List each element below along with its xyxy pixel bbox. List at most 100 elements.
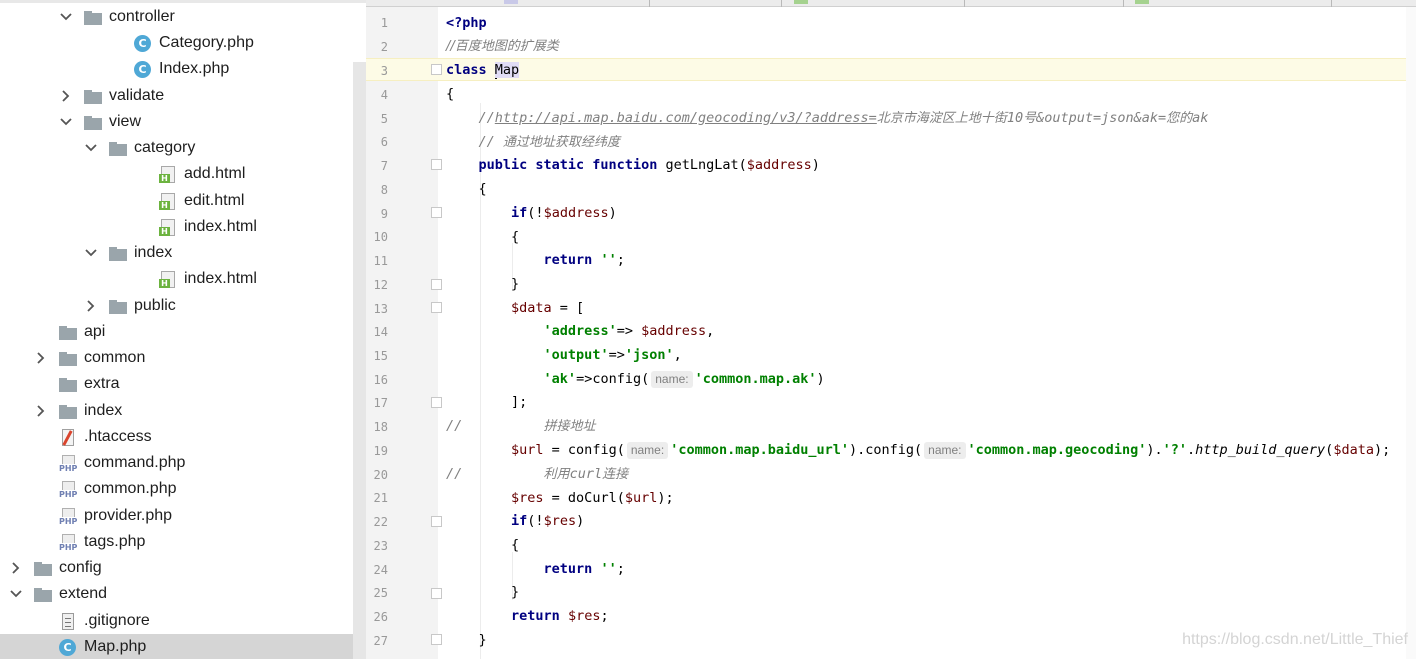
tree-scrollbar[interactable] [353, 62, 366, 659]
tree-item-label: provider.php [84, 507, 173, 524]
paren: (! [527, 513, 544, 529]
project-tree-panel: controller C Category.php C Index.php validat… [0, 0, 366, 659]
semicolon: ; [616, 561, 625, 577]
paren: ); [657, 490, 674, 506]
code-line-16: 'ak'=>config(name:'common.map.ak') [446, 368, 825, 390]
tree-item-label: common [84, 349, 146, 366]
line-number: 4 [380, 88, 388, 102]
code-line-10: { [446, 226, 519, 248]
code-line-12: } [446, 273, 519, 295]
chevron-right-icon[interactable] [59, 89, 73, 103]
editor-scrollbar[interactable] [1406, 7, 1416, 659]
semicolon: ; [600, 608, 609, 624]
tree-item[interactable]: extra [0, 371, 353, 397]
chevron-down-icon[interactable] [59, 115, 73, 129]
comment-slashes: // [478, 134, 503, 150]
tree-item[interactable]: PHP tags.php [0, 529, 353, 555]
line-number: 2 [380, 40, 388, 54]
tree-item[interactable]: category [0, 135, 353, 161]
tree-item-label: extra [84, 375, 120, 392]
php-file-icon: PHP [59, 534, 78, 552]
tree-item[interactable]: view [0, 109, 353, 135]
function-name: http_build_query [1195, 442, 1326, 458]
fold-marker[interactable] [431, 516, 442, 527]
tree-item[interactable]: C Index.php [0, 56, 353, 82]
tree-item[interactable]: PHP command.php [0, 450, 353, 476]
semicolon: ; [616, 252, 625, 268]
code-line-22: if(!$res) [446, 510, 584, 532]
html-file-icon: H [159, 193, 176, 210]
tree-item[interactable]: C Category.php [0, 30, 353, 56]
code-line-26: return $res; [446, 605, 609, 627]
chevron-down-icon[interactable] [9, 587, 23, 601]
paren: ) [608, 205, 617, 221]
parameter-hint: name: [626, 442, 669, 459]
tree-item[interactable]: controller [0, 4, 353, 30]
fold-marker[interactable] [431, 159, 442, 170]
fold-strip [426, 7, 438, 659]
line-number: 25 [373, 586, 388, 600]
function-call: =>config( [576, 371, 650, 387]
fold-marker[interactable] [431, 279, 442, 290]
editor-tab-bar [366, 0, 1416, 7]
variable: $res [511, 490, 544, 506]
fold-marker[interactable] [431, 302, 442, 313]
fold-marker[interactable] [431, 397, 442, 408]
variable: $address [746, 157, 812, 173]
tree-item[interactable]: extend [0, 581, 353, 607]
tree-item[interactable]: Hedit.html [0, 188, 353, 214]
comment-url[interactable]: http://api.map.baidu.com/geocoding/v3/?a… [495, 110, 877, 126]
tree-item[interactable]: PHP provider.php [0, 503, 353, 529]
fold-marker[interactable] [431, 64, 442, 75]
fold-marker[interactable] [431, 588, 442, 599]
chevron-right-icon[interactable] [9, 561, 23, 575]
tab-marker [504, 0, 518, 4]
brace: } [511, 584, 520, 600]
folder-icon [84, 90, 102, 104]
chevron-down-icon[interactable] [84, 246, 98, 260]
chevron-down-icon[interactable] [84, 141, 98, 155]
tree-item[interactable]: index [0, 240, 353, 266]
tree-item[interactable]: .htaccess [0, 424, 353, 450]
tree-item[interactable]: index [0, 398, 353, 424]
php-file-icon: PHP [59, 481, 78, 499]
php-file-icon: PHP [59, 455, 78, 473]
variable: $url [511, 442, 544, 458]
tree-item[interactable]: validate [0, 83, 353, 109]
folder-icon [59, 352, 77, 366]
code-line-17: ]; [446, 391, 527, 413]
code-line-19: $url = config(name:'common.map.baidu_url… [446, 439, 1390, 461]
string: '?' [1162, 442, 1187, 458]
line-number: 12 [373, 278, 388, 292]
tree-item[interactable]: PHP common.php [0, 476, 353, 502]
line-number: 8 [380, 183, 388, 197]
chevron-right-icon[interactable] [34, 351, 48, 365]
tree-item[interactable]: api [0, 319, 353, 345]
brace: { [511, 229, 520, 245]
chevron-right-icon[interactable] [34, 404, 48, 418]
tree-item[interactable]: common [0, 345, 353, 371]
parameter-hint: name: [651, 371, 693, 388]
code-editor[interactable]: 1 2 3 4 5 6 7 8 9 10 11 12 13 14 15 16 17 18 19 20 21 22 23 24 2… [366, 0, 1416, 659]
tree-item[interactable]: Hindex.html [0, 214, 353, 240]
php-class-icon: C [134, 61, 151, 78]
html-file-icon: H [159, 219, 176, 236]
line-number: 26 [373, 610, 388, 624]
tab-separator [964, 0, 965, 7]
chevron-right-icon[interactable] [84, 299, 98, 313]
tree-item[interactable]: public [0, 293, 353, 319]
code-line-8: { [446, 178, 487, 200]
fold-marker[interactable] [431, 207, 442, 218]
function-name: getLngLat( [657, 157, 747, 173]
tree-item-label: Index.php [159, 60, 230, 77]
tree-item[interactable]: Hadd.html [0, 161, 353, 187]
tree-item[interactable]: C Map.php [0, 634, 366, 659]
parameter-hint: name: [924, 442, 966, 459]
tree-item[interactable]: .gitignore [0, 608, 353, 634]
code-line-24: return ''; [446, 558, 625, 580]
tree-item[interactable]: config [0, 555, 353, 581]
comma: , [706, 323, 715, 339]
tree-item[interactable]: Hindex.html [0, 266, 353, 292]
chevron-down-icon[interactable] [59, 10, 73, 24]
fold-marker[interactable] [431, 634, 442, 645]
